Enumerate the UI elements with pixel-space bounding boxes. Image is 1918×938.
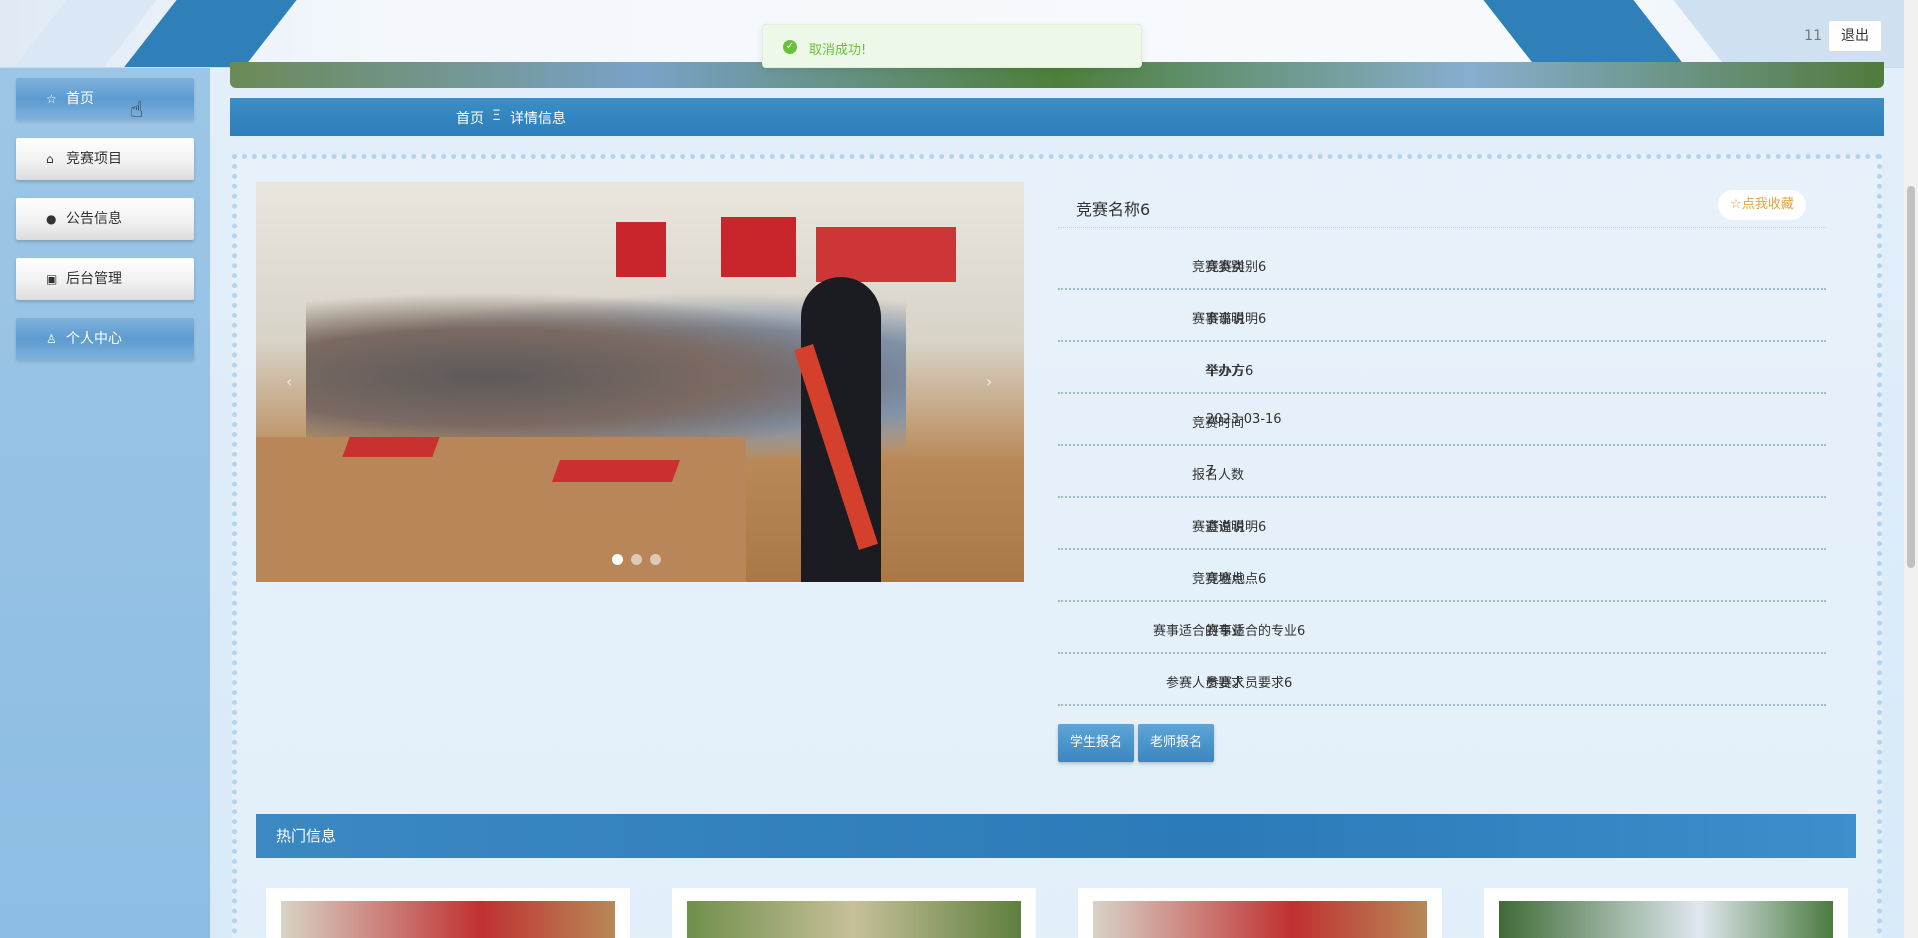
teacher-signup-button[interactable]: 老师报名	[1138, 724, 1214, 762]
carousel-photo-detail	[721, 217, 796, 277]
user-count: 11	[1804, 28, 1822, 44]
check-circle-icon: ✓	[783, 40, 797, 54]
carousel-dot[interactable]	[612, 554, 623, 565]
carousel-next-icon[interactable]: ›	[986, 372, 992, 391]
field-value: 举办方6	[1206, 364, 1254, 379]
header-decoration	[1483, 0, 1687, 67]
info-icon: ●	[46, 212, 57, 226]
breadcrumb-current: 详情信息	[510, 111, 566, 127]
star-icon: ☆	[46, 92, 57, 106]
detail-field-row: 赛道说明 赛道说明6	[1058, 498, 1826, 550]
favorite-label: 点我收藏	[1741, 197, 1794, 212]
carousel-photo-detail	[551, 460, 681, 482]
sidebar-item-admin[interactable]: ▣ 后台管理	[16, 258, 194, 300]
sidebar-item-label: 首页	[66, 91, 94, 107]
logout-button[interactable]: 退出	[1828, 20, 1882, 52]
image-carousel[interactable]: ‹ ›	[256, 182, 1024, 582]
field-value: 竞赛地点6	[1206, 572, 1267, 587]
carousel-dot[interactable]	[650, 554, 661, 565]
detail-title-row: 竞赛名称6 ☆点我收藏	[1058, 182, 1826, 228]
briefcase-icon: ▣	[46, 272, 58, 286]
hot-info-header: 热门信息	[256, 814, 1856, 858]
field-key: 报名人数	[1191, 468, 1244, 483]
hot-info-card[interactable]	[672, 888, 1036, 938]
field-value: 竞赛类别6	[1206, 260, 1267, 275]
detail-field-row: 举办方 举办方6	[1058, 342, 1826, 394]
bag-icon: ⌂	[46, 152, 54, 166]
carousel-photo-detail	[616, 222, 666, 277]
detail-field-row: 参赛人员要求 参赛人员要求6	[1058, 654, 1826, 706]
sidebar-item-label: 个人中心	[66, 331, 122, 347]
field-value: 赛事适合的专业6	[1206, 624, 1306, 639]
header-decoration	[123, 0, 297, 67]
sidebar-item-announcements[interactable]: ● 公告信息	[16, 198, 194, 240]
page-scrollbar[interactable]	[1904, 0, 1918, 938]
hot-info-thumbnail	[281, 901, 615, 938]
hot-info-thumbnail	[1093, 901, 1427, 938]
sidebar-item-profile[interactable]: ♙ 个人中心	[16, 318, 194, 360]
hot-info-thumbnail	[687, 901, 1021, 938]
field-value: 赛道说明6	[1206, 520, 1267, 535]
carousel-indicators	[612, 554, 669, 569]
hot-info-card[interactable]	[266, 888, 630, 938]
success-toast: ✓ 取消成功!	[762, 24, 1142, 68]
user-icon: ♙	[46, 332, 57, 346]
hot-info-thumbnail	[1499, 901, 1833, 938]
detail-field-row: 竞赛类别 竞赛类别6	[1058, 238, 1826, 290]
detail-field-row: 竞赛地点 竞赛地点6	[1058, 550, 1826, 602]
hand-cursor-icon: ☝	[130, 98, 144, 123]
star-icon: ☆	[1730, 197, 1742, 212]
field-value: 2023-03-16	[1206, 412, 1282, 427]
student-signup-button[interactable]: 学生报名	[1058, 724, 1134, 762]
detail-field-row: 赛事说明 赛事说明6	[1058, 290, 1826, 342]
carousel-photo-detail	[816, 227, 956, 282]
detail-field-row: 报名人数 7	[1058, 446, 1826, 498]
sidebar: ☆ 首页 ⌂ 竞赛项目 ● 公告信息 ▣ 后台管理 ♙ 个人中心	[0, 68, 210, 938]
field-value: 7	[1206, 464, 1215, 479]
field-value: 赛事说明6	[1206, 312, 1267, 327]
hot-info-card[interactable]	[1484, 888, 1848, 938]
detail-field-row: 竞赛时间 2023-03-16	[1058, 394, 1826, 446]
carousel-photo-detail	[342, 437, 440, 457]
field-value: 参赛人员要求6	[1206, 676, 1293, 691]
sidebar-item-home[interactable]: ☆ 首页	[16, 78, 194, 120]
carousel-dot[interactable]	[631, 554, 642, 565]
detail-field-row: 赛事适合的专业 赛事适合的专业6	[1058, 602, 1826, 654]
scrollbar-thumb[interactable]	[1907, 186, 1915, 568]
carousel-photo-detail	[256, 437, 746, 582]
breadcrumb: 首页 Ξ 详情信息	[230, 98, 1884, 136]
breadcrumb-home-link[interactable]: 首页	[456, 108, 484, 128]
toast-message: 取消成功!	[809, 43, 867, 58]
carousel-prev-icon[interactable]: ‹	[286, 372, 292, 391]
sidebar-item-label: 竞赛项目	[66, 151, 122, 167]
favorite-button[interactable]: ☆点我收藏	[1718, 190, 1806, 220]
hot-info-card[interactable]	[1078, 888, 1442, 938]
detail-title: 竞赛名称6	[1076, 200, 1151, 219]
sidebar-item-competitions[interactable]: ⌂ 竞赛项目	[16, 138, 194, 180]
breadcrumb-separator: Ξ	[492, 108, 501, 124]
sidebar-item-label: 公告信息	[66, 211, 122, 227]
sidebar-item-label: 后台管理	[66, 271, 122, 287]
